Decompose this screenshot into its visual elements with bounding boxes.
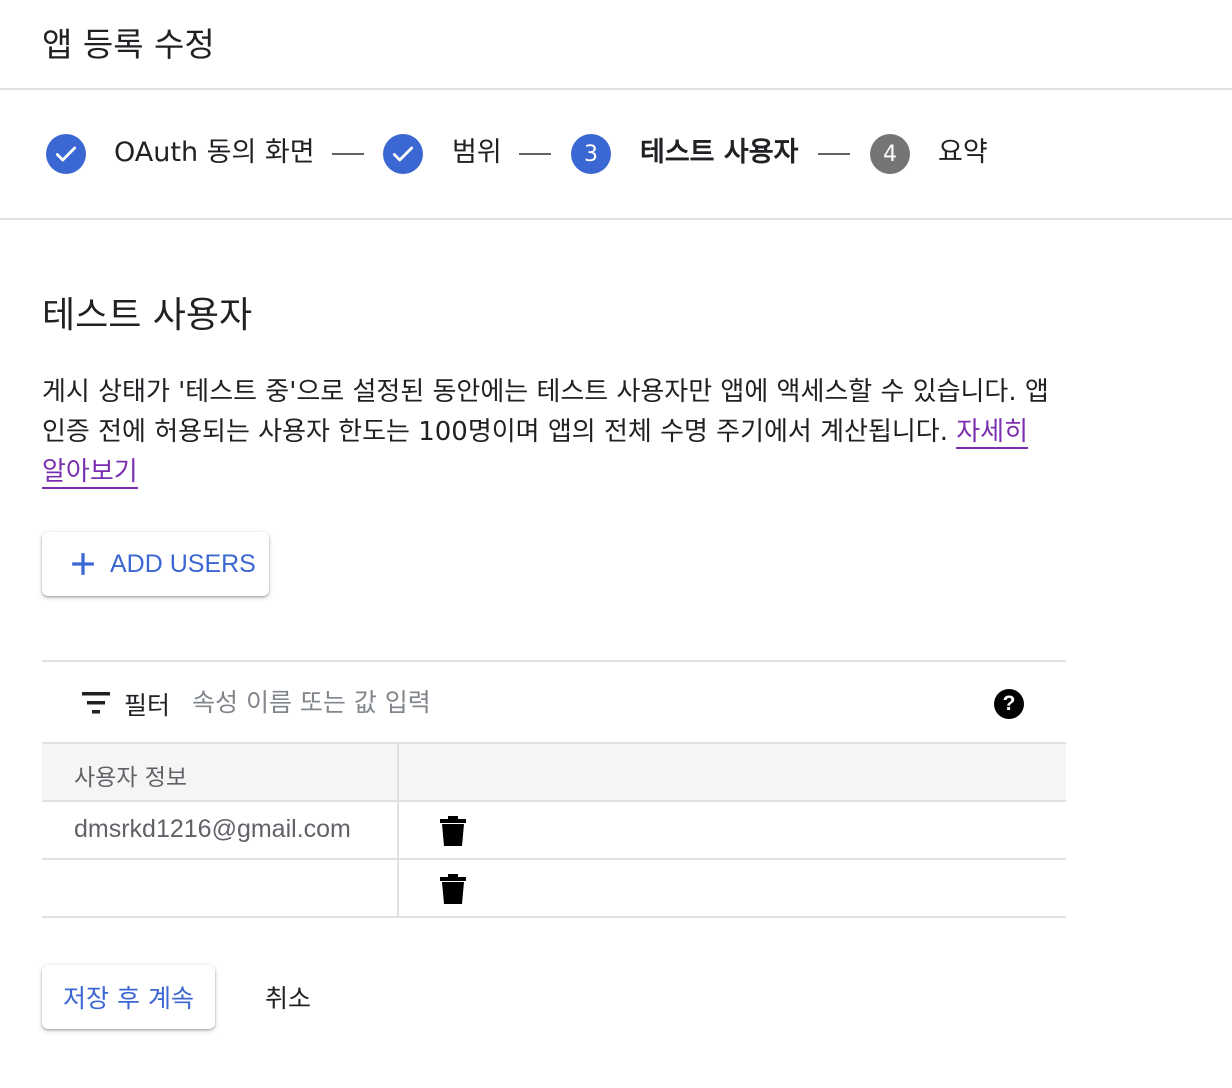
step-4-label[interactable]: 요약: [938, 136, 988, 170]
trash-icon[interactable]: [440, 874, 466, 904]
table-row: dmsrkd1216@gmail.com: [42, 802, 1066, 860]
test-users-table: 필터 ? 사용자 정보 dmsrkd1216@gmail.com: [42, 660, 1066, 918]
page-header: 앱 등록 수정: [0, 0, 1232, 90]
description-text: 게시 상태가 '테스트 중'으로 설정된 동안에는 테스트 사용자만 앱에 액세…: [42, 377, 1049, 447]
filter-label: 필터: [124, 691, 171, 720]
filter-bar: 필터 ?: [42, 660, 1066, 744]
step-2-check-icon: [383, 134, 423, 174]
step-1-check-icon: [46, 134, 86, 174]
help-icon[interactable]: ?: [994, 689, 1024, 719]
step-separator: [519, 153, 551, 155]
cancel-button[interactable]: 취소: [240, 965, 336, 1029]
column-header-user-info: 사용자 정보: [74, 765, 188, 791]
add-users-label: ADD USERS: [110, 549, 256, 578]
column-divider: [397, 802, 399, 858]
filter-icon[interactable]: [82, 690, 110, 716]
add-users-button[interactable]: ADD USERS: [42, 532, 269, 596]
step-1-label[interactable]: OAuth 동의 화면: [114, 136, 315, 170]
step-4-number: 4: [870, 134, 910, 174]
step-separator: [332, 153, 364, 155]
step-3-number: 3: [571, 134, 611, 174]
step-2-label[interactable]: 범위: [452, 136, 502, 170]
user-email[interactable]: dmsrkd1216@gmail.com: [74, 815, 351, 844]
section-title: 테스트 사용자: [42, 295, 253, 336]
page-title: 앱 등록 수정: [42, 25, 215, 64]
table-header: 사용자 정보: [42, 744, 1066, 802]
trash-icon[interactable]: [440, 816, 466, 846]
save-and-continue-button[interactable]: 저장 후 계속: [42, 965, 215, 1029]
stepper: OAuth 동의 화면 범위 3 테스트 사용자 4 요약: [0, 90, 1232, 220]
section-description: 게시 상태가 '테스트 중'으로 설정된 동안에는 테스트 사용자만 앱에 액세…: [42, 372, 1052, 492]
table-row: [42, 860, 1066, 918]
plus-icon: [72, 553, 94, 575]
filter-input[interactable]: [192, 680, 952, 724]
column-divider: [397, 744, 399, 800]
column-divider: [397, 860, 399, 916]
step-separator: [818, 153, 850, 155]
step-3-label[interactable]: 테스트 사용자: [640, 136, 798, 170]
